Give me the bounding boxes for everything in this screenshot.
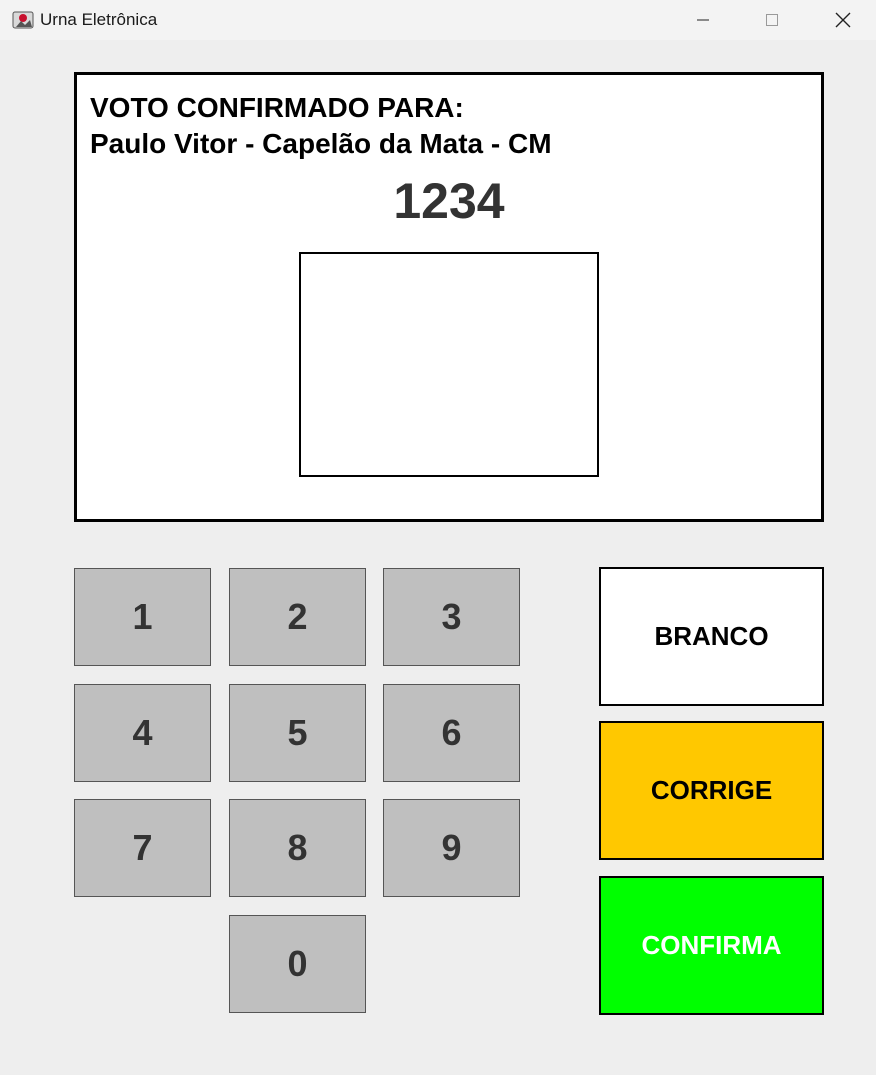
candidate-number: 1234 <box>393 173 505 229</box>
close-button[interactable] <box>813 0 873 40</box>
voting-screen: VOTO CONFIRMADO PARA: Paulo Vitor - Cape… <box>74 72 824 522</box>
close-icon <box>835 12 851 28</box>
key-9[interactable]: 9 <box>383 799 520 897</box>
confirmation-heading: VOTO CONFIRMADO PARA: <box>90 92 464 123</box>
window-title: Urna Eletrônica <box>40 10 158 29</box>
corrige-button[interactable]: CORRIGE <box>599 721 824 860</box>
maximize-button[interactable] <box>742 0 802 40</box>
key-2[interactable]: 2 <box>229 568 366 666</box>
minimize-button[interactable] <box>673 0 733 40</box>
key-3[interactable]: 3 <box>383 568 520 666</box>
candidate-name: Paulo Vitor - Capelão da Mata - CM <box>90 128 552 159</box>
key-7[interactable]: 7 <box>74 799 211 897</box>
key-1[interactable]: 1 <box>74 568 211 666</box>
title-bar: Urna Eletrônica <box>0 0 876 40</box>
candidate-photo <box>299 252 599 477</box>
confirma-button[interactable]: CONFIRMA <box>599 876 824 1015</box>
key-0[interactable]: 0 <box>229 915 366 1013</box>
key-5[interactable]: 5 <box>229 684 366 782</box>
key-6[interactable]: 6 <box>383 684 520 782</box>
maximize-icon <box>766 14 778 26</box>
key-8[interactable]: 8 <box>229 799 366 897</box>
branco-button[interactable]: BRANCO <box>599 567 824 706</box>
key-4[interactable]: 4 <box>74 684 211 782</box>
minimize-icon <box>697 19 709 21</box>
java-app-icon <box>11 8 35 32</box>
